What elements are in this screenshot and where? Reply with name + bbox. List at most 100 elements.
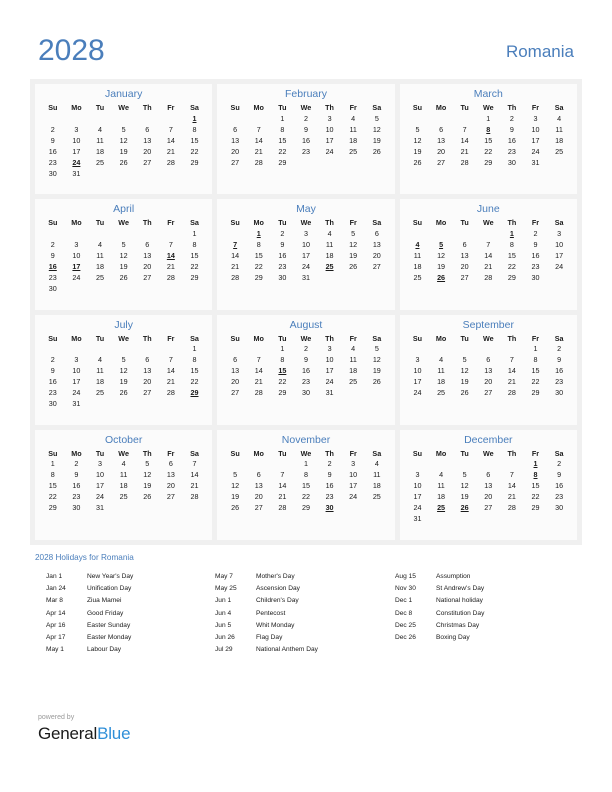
day-cell: 19 [372, 135, 381, 145]
day-cell: 10 [349, 470, 358, 480]
day-cell: 30 [301, 388, 310, 398]
day-cell: 2 [50, 239, 55, 249]
weekday-header: Tu [95, 448, 105, 458]
weekday-header: Tu [460, 448, 469, 458]
day-cell: 20 [231, 146, 240, 156]
day-cell: 22 [190, 261, 199, 271]
day-cell: 22 [48, 492, 57, 502]
weekday-header: Mo [253, 103, 264, 112]
day-cell: 26 [143, 492, 152, 502]
weekday-header: Sa [554, 218, 564, 228]
day-cell: 1 [280, 344, 285, 354]
holiday-day-cell: 26 [460, 503, 469, 513]
weekday-header: Fr [167, 448, 175, 458]
day-cell: 6 [233, 355, 238, 365]
day-cell: 26 [413, 157, 422, 167]
weekday-header: Tu [95, 103, 105, 112]
day-cell: 10 [96, 470, 105, 480]
weekday-header: Th [142, 333, 152, 343]
holiday-date: May 25 [215, 585, 237, 593]
day-cell: 7 [509, 470, 514, 480]
month-day-grid: Su Mo Tu We Th Fr Sa 1 2 3 4 5 6 7 8 9 10 11 12 13 14 15 16 17… [223, 217, 388, 283]
day-cell: 10 [555, 239, 564, 249]
weekday-header: Mo [435, 218, 447, 228]
day-cell: 11 [349, 355, 357, 365]
weekday-header: Tu [278, 448, 287, 458]
empty-day-cell [41, 228, 65, 239]
day-cell: 18 [555, 135, 564, 145]
empty-day-cell [223, 228, 247, 239]
weekday-header: Th [325, 448, 334, 458]
day-cell: 7 [256, 124, 261, 134]
day-cell: 15 [48, 481, 57, 491]
month-card: January Su Mo Tu We Th Fr Sa 1 2 3 4 5 6 7 8 9 10 11 12 13 1… [35, 84, 213, 195]
holiday-entry: May 7 Mother's Day [215, 571, 395, 583]
day-cell: 26 [119, 272, 128, 282]
day-cell: 27 [372, 261, 381, 271]
empty-day-cell [524, 514, 548, 525]
day-cell: 9 [327, 470, 332, 480]
holiday-entry: Dec 26 Boxing Day [395, 632, 575, 644]
week-row: 31 [406, 514, 571, 525]
day-cell: 22 [190, 146, 199, 156]
day-cell: 11 [437, 481, 445, 491]
day-cell: 9 [74, 470, 79, 480]
holiday-entry: Jan 24 Unification Day [46, 583, 215, 595]
day-cell: 31 [96, 503, 105, 513]
month-card: December Su Mo Tu We Th Fr Sa 1 2 3 4 5 6 7 8 9 10 11 12 13… [399, 429, 577, 540]
day-cell: 8 [192, 239, 197, 249]
day-cell: 28 [166, 157, 175, 167]
day-cell: 25 [119, 492, 128, 502]
day-cell: 29 [531, 503, 540, 513]
day-cell: 8 [50, 470, 55, 480]
empty-day-cell [406, 113, 430, 124]
holiday-entry: Apr 16 Easter Sunday [46, 620, 215, 632]
empty-day-cell [476, 228, 500, 239]
holiday-name: Easter Monday [87, 634, 132, 642]
month-day-grid: Su Mo Tu We Th Fr Sa 1 2 3 4 5 6 7 8 9 10 11 12 13 14 15 16 17… [223, 448, 388, 514]
week-row: 16 17 18 19 20 21 22 [41, 376, 206, 387]
day-cell: 5 [351, 228, 356, 238]
day-cell: 16 [48, 146, 57, 156]
day-cell: 24 [96, 492, 105, 502]
day-cell: 21 [278, 492, 287, 502]
day-cell: 12 [349, 239, 358, 249]
day-cell: 16 [301, 366, 310, 376]
holiday-entry: Jan 1 New Year's Day [46, 571, 215, 583]
holiday-date: Jan 1 [46, 573, 63, 580]
weekday-header: Th [507, 448, 517, 458]
month-card: September Su Mo Tu We Th Fr Sa 1 2 3 4 5 6 7 8 9 10 11 12 1… [399, 314, 577, 425]
day-cell: 11 [373, 470, 381, 480]
holiday-date: Jan 24 [46, 585, 66, 593]
weekday-header: We [118, 448, 129, 458]
weekday-header: Fr [531, 103, 540, 112]
day-cell: 29 [278, 157, 287, 167]
day-cell: 20 [143, 146, 152, 156]
day-cell: 31 [325, 388, 334, 398]
day-cell: 2 [303, 344, 308, 354]
day-cell: 30 [48, 399, 57, 409]
day-cell: 20 [372, 250, 381, 260]
week-row: 30 31 [41, 168, 206, 179]
weekday-header: Sa [554, 333, 564, 343]
holiday-entry: Jun 1 Children's Day [215, 595, 395, 607]
empty-day-cell [65, 344, 89, 355]
month-card: October Su Mo Tu We Th Fr Sa 1 2 3 4 5 6 7 8 9 10 11 12 13 14… [35, 429, 213, 540]
weekday-header-row: Su Mo Tu We Th Fr Sa [41, 102, 206, 113]
holiday-name: Unification Day [87, 585, 132, 593]
empty-day-cell [429, 344, 453, 355]
day-cell: 13 [143, 366, 152, 376]
day-cell: 24 [325, 377, 334, 387]
weekday-header-row: Su Mo Tu We Th Fr Sa [223, 448, 388, 459]
day-cell: 6 [145, 124, 150, 134]
holidays-column: Aug 15 Assumption Nov 30 St Andrew's Day Dec… [395, 571, 575, 656]
day-cell: 23 [72, 492, 81, 502]
day-cell: 3 [415, 470, 420, 480]
holiday-date: Jul 29 [215, 646, 233, 654]
week-row: 20 21 22 23 24 25 26 [223, 146, 388, 157]
empty-day-cell [318, 272, 342, 283]
day-cell: 2 [50, 124, 55, 134]
day-cell: 12 [231, 481, 240, 491]
day-cell: 31 [531, 157, 540, 167]
day-cell: 11 [325, 239, 334, 249]
